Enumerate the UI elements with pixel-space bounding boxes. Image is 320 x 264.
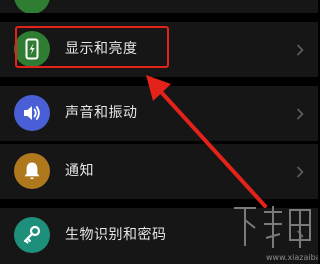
settings-screen: 显示和亮度 声音和振动 通知 生物识别和密码 www.xiazaib bbox=[0, 0, 318, 264]
settings-item-label: 通知 bbox=[65, 163, 94, 179]
highlight-box bbox=[15, 26, 169, 68]
watermark-url: www.xiazaiba.com bbox=[266, 253, 318, 262]
settings-item-label: 声音和振动 bbox=[65, 105, 138, 121]
partial-settings-item-top[interactable] bbox=[0, 0, 318, 14]
speaker-icon bbox=[14, 95, 50, 131]
chevron-right-icon bbox=[293, 106, 307, 120]
partial-item-icon bbox=[14, 0, 50, 14]
list-divider bbox=[0, 13, 318, 22]
settings-item-label: 生物识别和密码 bbox=[65, 227, 167, 243]
settings-item-notifications[interactable]: 通知 bbox=[0, 144, 318, 199]
bell-icon bbox=[14, 153, 50, 189]
watermark-logo bbox=[230, 198, 318, 252]
chevron-right-icon bbox=[293, 42, 307, 56]
key-icon bbox=[14, 217, 50, 253]
list-divider bbox=[0, 77, 318, 86]
chevron-right-icon bbox=[293, 164, 307, 178]
settings-item-sound-vibration[interactable]: 声音和振动 bbox=[0, 86, 318, 141]
